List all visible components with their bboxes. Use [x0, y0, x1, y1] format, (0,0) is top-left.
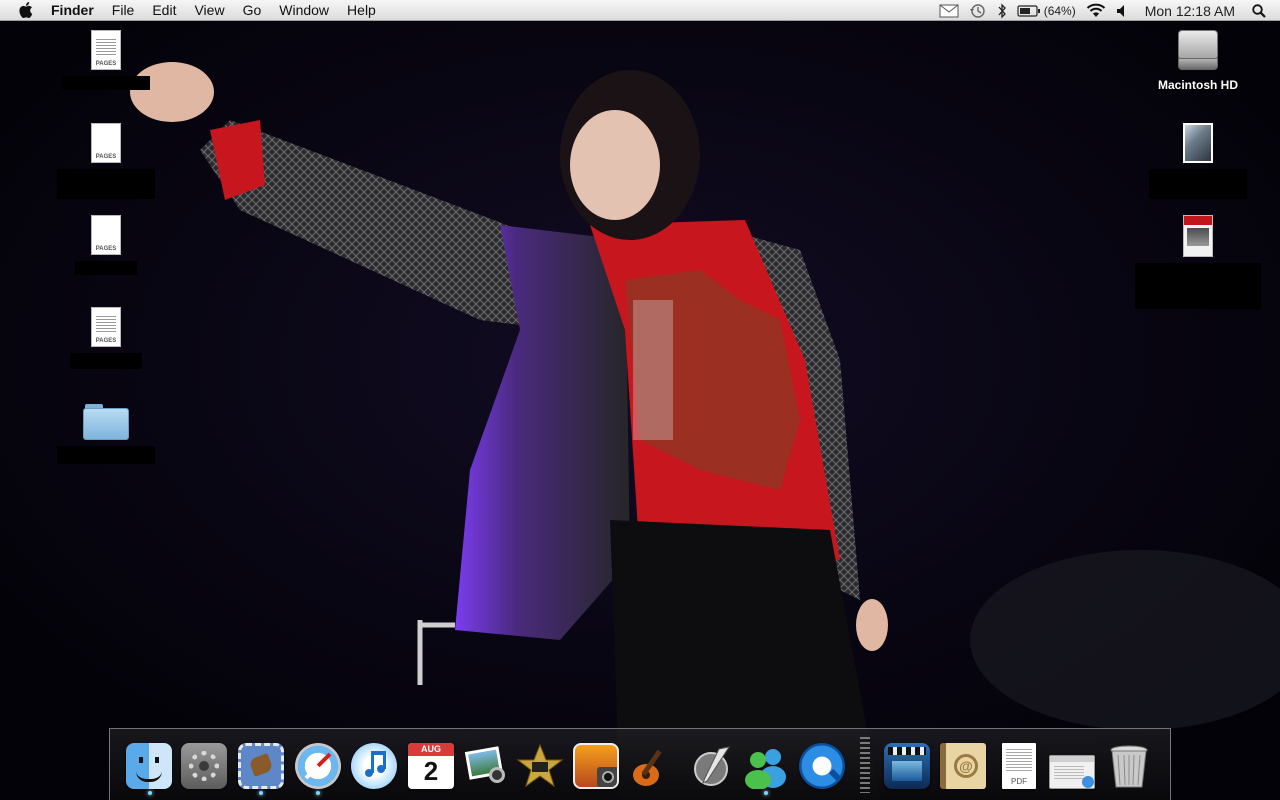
dock-iphoto[interactable]: [462, 739, 510, 789]
time-machine-icon[interactable]: [964, 0, 992, 21]
dock-running-indicator: [259, 791, 263, 795]
dock: AUG 2 @ PDF: [109, 728, 1171, 800]
battery-percent: (64%): [1043, 3, 1076, 18]
dock-pdf-document[interactable]: PDF: [995, 739, 1043, 789]
dock-downloads[interactable]: [1048, 739, 1096, 789]
dock-quicktime-player[interactable]: [798, 739, 846, 789]
dock-mail[interactable]: [237, 739, 285, 789]
dock-finder[interactable]: [125, 739, 173, 789]
desktop-image-file[interactable]: [1148, 123, 1248, 199]
desktop-folder[interactable]: [56, 404, 156, 464]
dock-movies-stack[interactable]: [883, 739, 931, 789]
redacted-label: [62, 76, 150, 90]
dock-system-preferences[interactable]: [180, 739, 228, 789]
itunes-icon: [351, 743, 397, 789]
garageband-icon: [629, 743, 675, 789]
bluetooth-icon[interactable]: [992, 0, 1012, 21]
pages-document-icon: PAGES: [91, 30, 121, 70]
image-file-icon: [1183, 123, 1213, 163]
dock-address-book[interactable]: @: [939, 739, 987, 789]
dock-script-editor[interactable]: [688, 739, 736, 789]
messenger-icon: [743, 743, 789, 789]
menubar-clock[interactable]: Mon 12:18 AM: [1135, 0, 1247, 21]
apple-menu-icon[interactable]: [16, 0, 36, 21]
redacted-label: [57, 169, 155, 199]
dock-ical[interactable]: AUG 2: [407, 739, 455, 789]
quicktime-icon: [799, 743, 845, 789]
dock-running-indicator: [316, 791, 320, 795]
ical-day: 2: [423, 756, 439, 786]
ical-icon: AUG 2: [408, 743, 454, 789]
macintosh-hd-label: Macintosh HD: [1157, 78, 1238, 92]
photo-booth-icon: [573, 743, 619, 789]
iphoto-icon: [463, 743, 509, 789]
desktop-pages-document[interactable]: [1135, 215, 1261, 309]
desktop-macintosh-hd[interactable]: Macintosh HD: [1148, 30, 1248, 92]
dock-messenger[interactable]: [742, 739, 790, 789]
pages-document-icon: PAGES: [91, 123, 121, 163]
redacted-label: [57, 446, 155, 464]
menu-file[interactable]: File: [103, 0, 144, 21]
desktop-pages-document[interactable]: PAGES: [56, 123, 156, 199]
dock-running-indicator: [148, 791, 152, 795]
hard-drive-icon: [1178, 30, 1218, 72]
desktop-pages-document[interactable]: PAGES: [56, 215, 156, 275]
address-book-icon: @: [940, 743, 986, 789]
safari-icon: [295, 743, 341, 789]
menu-bar: Finder File Edit View Go Window Help (64…: [0, 0, 1280, 21]
dock-garageband[interactable]: [628, 739, 676, 789]
desktop-pages-document[interactable]: PAGES: [56, 307, 156, 369]
battery-icon: [1017, 4, 1040, 17]
redacted-label: [75, 261, 137, 275]
redacted-label: [1135, 263, 1261, 309]
pdf-tag: PDF: [1011, 777, 1027, 786]
desktop-wallpaper: [0, 0, 1280, 800]
volume-icon[interactable]: [1111, 0, 1135, 21]
desktop-pages-document[interactable]: PAGES: [56, 30, 156, 90]
dock-safari[interactable]: [294, 739, 342, 789]
dock-separator: [860, 737, 870, 793]
menu-app-finder[interactable]: Finder: [42, 0, 103, 21]
spotlight-search-icon[interactable]: [1247, 0, 1280, 21]
mail-status-icon[interactable]: [934, 0, 964, 21]
imovie-icon: [517, 743, 563, 789]
redacted-label: [70, 353, 142, 369]
menu-go[interactable]: Go: [234, 0, 271, 21]
dock-photo-booth[interactable]: [572, 739, 620, 789]
trash-icon: [1106, 743, 1152, 789]
battery-status[interactable]: (64%): [1012, 0, 1081, 21]
menu-window[interactable]: Window: [270, 0, 338, 21]
menu-view[interactable]: View: [185, 0, 233, 21]
pages-document-icon: PAGES: [91, 215, 121, 255]
dock-running-indicator: [764, 791, 768, 795]
menu-edit[interactable]: Edit: [143, 0, 185, 21]
pages-document-icon: [1183, 215, 1213, 257]
menu-help[interactable]: Help: [338, 0, 385, 21]
folder-icon: [83, 404, 129, 440]
wifi-icon[interactable]: [1081, 0, 1111, 21]
dock-imovie[interactable]: [516, 739, 564, 789]
downloads-window-icon: [1049, 755, 1095, 789]
script-editor-icon: [689, 743, 735, 789]
pages-document-icon: PAGES: [91, 307, 121, 347]
finder-icon: [126, 743, 172, 789]
dock-trash[interactable]: [1105, 739, 1153, 789]
dock-itunes[interactable]: [350, 739, 398, 789]
redacted-label: [1149, 169, 1247, 199]
mail-icon: [238, 743, 284, 789]
pdf-document-icon: PDF: [1002, 743, 1036, 789]
movies-stack-icon: [884, 743, 930, 789]
system-preferences-icon: [181, 743, 227, 789]
